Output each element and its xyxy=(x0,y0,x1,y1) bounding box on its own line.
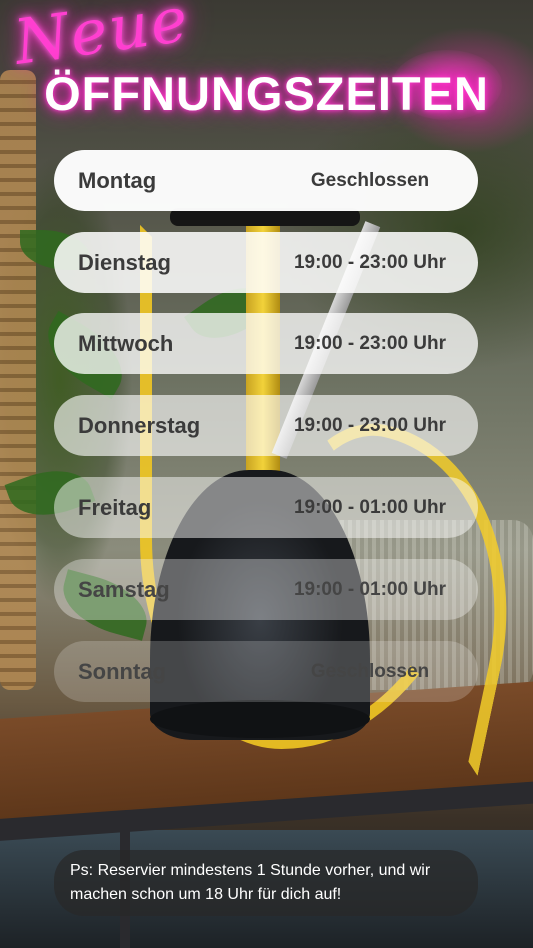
schedule-row-friday: Freitag 19:00 - 01:00 Uhr xyxy=(54,477,478,538)
reservation-note: Ps: Reservier mindestens 1 Stunde vorher… xyxy=(54,850,478,916)
time-label: 19:00 - 01:00 Uhr xyxy=(293,496,447,518)
schedule-row-tuesday: Dienstag 19:00 - 23:00 Uhr xyxy=(54,232,478,293)
day-label: Montag xyxy=(78,167,157,193)
hookah-foot xyxy=(150,700,370,738)
day-label: Mittwoch xyxy=(78,330,174,356)
page-title: ÖFFNUNGSZEITEN xyxy=(44,67,489,120)
time-label: 19:00 - 23:00 Uhr xyxy=(293,332,447,354)
day-label: Donnerstag xyxy=(78,412,201,438)
schedule-row-saturday: Samstag 19:00 - 01:00 Uhr xyxy=(54,559,478,620)
time-label: 19:00 - 23:00 Uhr xyxy=(293,251,447,273)
day-label: Samstag xyxy=(78,576,170,602)
day-label: Freitag xyxy=(78,494,152,520)
schedule-row-sunday: Sonntag Geschlossen xyxy=(54,641,478,702)
background-rope-column xyxy=(0,70,36,690)
time-label: Geschlossen xyxy=(310,169,430,191)
time-label: Geschlossen xyxy=(310,660,430,682)
schedule-row-monday: Montag Geschlossen xyxy=(54,150,478,211)
day-label: Dienstag xyxy=(78,249,171,275)
schedule-row-wednesday: Mittwoch 19:00 - 23:00 Uhr xyxy=(54,313,478,374)
schedule-row-thursday: Donnerstag 19:00 - 23:00 Uhr xyxy=(54,395,478,456)
time-label: 19:00 - 23:00 Uhr xyxy=(293,414,447,436)
day-label: Sonntag xyxy=(78,658,166,684)
time-label: 19:00 - 01:00 Uhr xyxy=(293,578,447,600)
poster: Neue ÖFFNUNGSZEITEN Montag Geschlossen D… xyxy=(0,0,533,948)
reservation-note-text: Ps: Reservier mindestens 1 Stunde vorher… xyxy=(70,862,431,903)
